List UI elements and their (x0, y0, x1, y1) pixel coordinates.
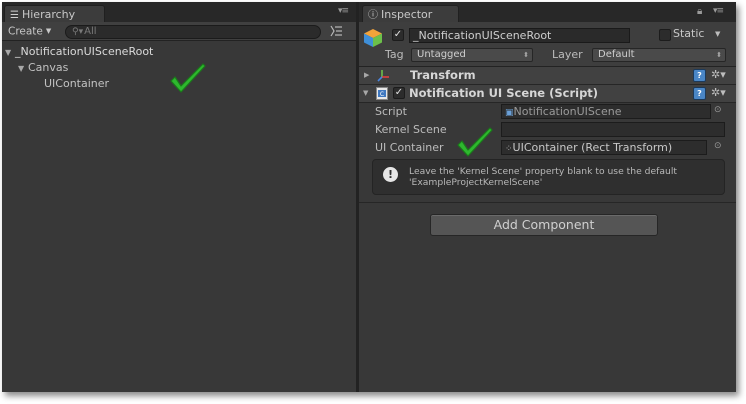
panel-menu-icon[interactable]: ▾≡ (338, 6, 349, 16)
gear-icon[interactable]: ✲▾ (711, 69, 726, 81)
object-picker-icon[interactable]: ⊙ (714, 141, 722, 151)
field-label-ui-container: UI Container (375, 141, 444, 154)
hierarchy-tabbar: ☰ Hierarchy ▾≡ (2, 2, 356, 23)
script-field-value: NotificationUIScene (513, 105, 622, 118)
panel-menu-icon[interactable]: ▾≡ (713, 6, 724, 16)
script-object-field[interactable]: ▣NotificationUIScene (501, 104, 711, 119)
transform-axes-icon (377, 70, 389, 82)
tree-item-root[interactable]: ▼ _NotificationUISceneRoot (2, 44, 356, 60)
inspector-tabbar: ⓘ Inspector 🔒︎ ▾≡ (359, 2, 736, 23)
collapse-triangle-icon[interactable]: ▶ (364, 71, 374, 79)
chevron-down-icon[interactable]: ▼ (715, 30, 720, 38)
info-help-box: ! Leave the 'Kernel Scene' property blan… (372, 159, 725, 195)
green-checkmark-icon (170, 63, 206, 93)
gear-icon[interactable]: ✲▾ (711, 87, 726, 99)
tree-item-label: Canvas (28, 61, 69, 74)
expand-triangle-icon[interactable]: ▼ (363, 89, 373, 97)
transform-component-header[interactable]: ▶ Transform ? ✲▾ (359, 67, 736, 85)
updown-arrows-icon: ⬍ (716, 51, 722, 59)
svg-text:C: C (380, 91, 384, 98)
object-name-input[interactable]: _NotificationUISceneRoot (409, 28, 630, 43)
tree-item-label: _NotificationUISceneRoot (15, 45, 154, 58)
ui-container-field-value: UIContainer (Rect Transform) (512, 141, 673, 154)
help-icon[interactable]: ? (693, 87, 706, 100)
updown-arrows-icon: ⬍ (523, 51, 529, 59)
help-message: Leave the 'Kernel Scene' property blank … (409, 166, 677, 188)
script-component-title: Notification UI Scene (Script) (409, 86, 599, 100)
search-icon: ⚲▾ (72, 27, 84, 37)
field-label-script: Script (375, 105, 407, 118)
create-label: Create (8, 25, 43, 38)
expand-triangle-icon[interactable]: ▼ (18, 61, 28, 77)
script-enabled-checkbox[interactable]: ✓ (393, 87, 405, 99)
active-checkbox[interactable]: ✓ (392, 29, 404, 41)
info-icon: ! (383, 167, 398, 182)
component-divider (359, 202, 736, 203)
create-dropdown[interactable]: Create ▼ (8, 25, 51, 38)
gameobject-cube-icon (364, 29, 382, 47)
csharp-script-icon: ▣ (505, 108, 514, 118)
field-label-kernel-scene: Kernel Scene (375, 123, 447, 136)
tag-value: Untagged (417, 49, 466, 60)
expand-triangle-icon[interactable]: ▼ (5, 45, 15, 61)
hierarchy-panel: ☰ Hierarchy ▾≡ Create ▼ ⚲▾All ▼ _Notific… (2, 2, 356, 392)
hierarchy-toolbar: Create ▼ ⚲▾All (2, 22, 356, 41)
add-component-button[interactable]: Add Component (430, 214, 658, 236)
tab-inspector[interactable]: ⓘ Inspector (362, 5, 459, 23)
scene-filter-icon[interactable] (329, 24, 343, 38)
tag-dropdown[interactable]: Untagged ⬍ (411, 48, 533, 62)
csharp-script-icon: C (376, 87, 388, 100)
editor-window: ☰ Hierarchy ▾≡ Create ▼ ⚲▾All ▼ _Notific… (2, 2, 736, 392)
script-component-header[interactable]: ▼ C ✓ Notification UI Scene (Script) ? ✲… (359, 85, 736, 103)
green-checkmark-icon (457, 127, 493, 157)
object-picker-icon[interactable]: ⊙ (714, 105, 722, 115)
rect-transform-icon: ⁘ (505, 144, 513, 154)
gameobject-header: ✓ _NotificationUISceneRoot Static ▼ Tag … (359, 22, 736, 67)
static-checkbox[interactable] (659, 29, 671, 41)
layer-value: Default (598, 49, 635, 60)
layer-dropdown[interactable]: Default ⬍ (592, 48, 726, 62)
lock-icon[interactable]: 🔒︎ (697, 6, 702, 17)
tag-label: Tag (385, 48, 404, 61)
inspector-panel: ⓘ Inspector 🔒︎ ▾≡ ✓ _NotificationUISceneR… (359, 2, 736, 392)
tree-item-label: UIContainer (44, 77, 110, 90)
ui-container-object-field[interactable]: ⁘UIContainer (Rect Transform) (501, 140, 707, 155)
tab-inspector-label: Inspector (381, 8, 433, 21)
layer-label: Layer (552, 48, 583, 61)
chevron-down-icon: ▼ (45, 27, 52, 35)
tab-hierarchy[interactable]: ☰ Hierarchy (4, 5, 105, 23)
filter-icon (330, 25, 342, 37)
search-placeholder: All (84, 26, 97, 37)
hierarchy-search-input[interactable]: ⚲▾All (65, 25, 321, 39)
static-label: Static (673, 27, 705, 40)
kernel-scene-input[interactable] (501, 122, 725, 137)
help-icon[interactable]: ? (693, 69, 706, 82)
tab-hierarchy-label: Hierarchy (21, 8, 76, 21)
transform-title: Transform (410, 68, 476, 82)
